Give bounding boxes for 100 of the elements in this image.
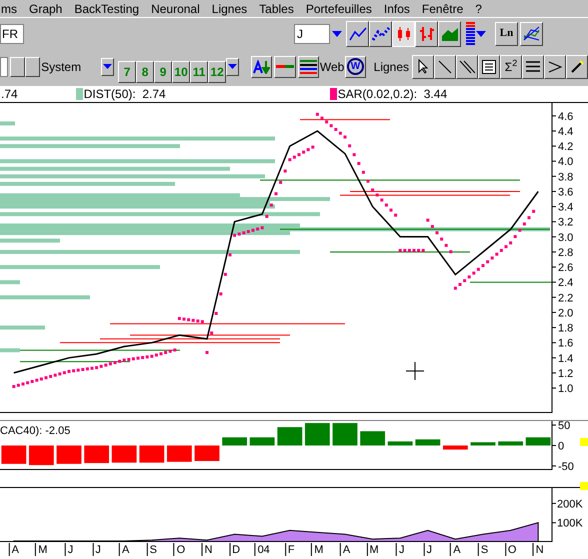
dropdown-button[interactable] xyxy=(101,58,114,76)
drawing-tool[interactable] xyxy=(478,54,500,78)
axis-label: 1.2 xyxy=(558,368,574,380)
sort-icon xyxy=(253,60,270,74)
drawing-tool[interactable] xyxy=(434,54,456,78)
indicator-legend: CAC40): -2.05 xyxy=(0,426,70,437)
legend-label: DIST(50): 2.74 xyxy=(84,88,166,100)
axis-label: 3.6 xyxy=(558,186,574,198)
dropdown-arrow-icon xyxy=(103,64,112,69)
oscillator-bar xyxy=(415,439,440,446)
chart-settings-button[interactable] xyxy=(520,22,543,46)
oscillator-bar xyxy=(166,446,192,462)
stacked-lines-icon xyxy=(300,60,317,74)
oscillator-bar xyxy=(442,446,468,450)
month-label: O xyxy=(174,543,186,556)
month-label: M xyxy=(311,543,324,556)
axis-label: 50 xyxy=(558,421,570,432)
line-icon xyxy=(276,64,294,68)
drawing-tool[interactable] xyxy=(522,54,544,78)
month-label: N xyxy=(202,543,212,556)
chart-type-button[interactable] xyxy=(415,20,438,46)
month-label: J xyxy=(92,543,101,556)
pencil-icon xyxy=(570,60,584,74)
toolbar-button[interactable] xyxy=(25,56,40,76)
log-scale-button[interactable]: Ln xyxy=(495,22,518,46)
axis-label: 0 xyxy=(558,440,564,452)
axis-label: 3.4 xyxy=(558,202,574,214)
axis-label: 4.0 xyxy=(558,156,574,168)
drawing-tool[interactable] xyxy=(566,54,588,78)
axis-label: 1.0 xyxy=(558,383,574,396)
menu-item[interactable]: Lignes xyxy=(212,2,248,14)
menu-item[interactable]: Portefeuilles xyxy=(306,2,372,14)
menu-item[interactable]: ms xyxy=(1,2,17,14)
menu-item[interactable]: Tables xyxy=(259,2,294,14)
drawing-tool[interactable] xyxy=(456,54,478,78)
oscillator-bar xyxy=(277,427,302,446)
menu-item[interactable]: Fenêtre xyxy=(422,2,464,14)
month-label: S xyxy=(146,543,157,556)
web-button[interactable]: W xyxy=(345,56,366,78)
menu-item[interactable]: Infos xyxy=(384,2,410,14)
oscillator-bar xyxy=(250,437,275,446)
sort-button[interactable] xyxy=(251,56,272,78)
month-label: S xyxy=(478,543,488,556)
equal-lines-icon xyxy=(526,61,540,72)
input-field[interactable] xyxy=(0,56,8,76)
axis-label: 2.2 xyxy=(558,292,574,304)
period-field[interactable]: J xyxy=(294,24,330,44)
dropdown-button[interactable] xyxy=(226,58,240,76)
axis-label: 3.2 xyxy=(558,216,574,229)
oscillator-bar xyxy=(28,446,54,466)
chart-type-button[interactable] xyxy=(369,20,392,46)
month-label: O xyxy=(504,543,516,556)
axis-label: 1.4 xyxy=(558,352,574,365)
multi-line-button[interactable] xyxy=(298,56,319,78)
menu-item[interactable]: BackTesting xyxy=(74,2,140,14)
axis-label: 2.0 xyxy=(558,307,574,320)
oscillator-bar xyxy=(332,423,358,446)
month-label: M xyxy=(366,543,379,556)
oscillator-bar xyxy=(498,441,524,446)
legend-label: SAR(0.02,0.2): 3.44 xyxy=(338,88,448,100)
dropdown-arrow-icon xyxy=(332,30,342,36)
oscillator-bar xyxy=(222,437,248,446)
marker-icon xyxy=(580,482,588,490)
chart-lines-icon xyxy=(523,26,540,41)
oscillator-bar xyxy=(304,423,330,446)
line-color-button[interactable] xyxy=(274,56,296,78)
dropdown-arrow-icon xyxy=(228,64,238,69)
oscillator-bar xyxy=(139,446,164,463)
line-chart-icon xyxy=(372,26,390,42)
menu-item[interactable]: Graph xyxy=(29,2,62,14)
axis-label: 4.2 xyxy=(558,141,574,154)
system-label: System xyxy=(41,58,82,76)
color-stripes-icon xyxy=(466,22,475,46)
chart-type-button[interactable] xyxy=(438,20,461,46)
axis-label: 1.6 xyxy=(558,338,574,350)
axis-label: 2.6 xyxy=(558,262,574,274)
bar-chart-icon xyxy=(418,26,436,42)
pointer-tool[interactable] xyxy=(412,54,434,78)
menu-item[interactable]: ? xyxy=(475,2,482,14)
document-icon xyxy=(482,60,496,74)
area-chart-icon xyxy=(440,26,458,42)
oscillator-bar xyxy=(194,446,220,462)
chart-type-button[interactable] xyxy=(346,20,369,46)
toolbar-button[interactable] xyxy=(10,56,26,76)
symbol-field[interactable]: FR xyxy=(0,24,24,44)
oscillator-bar xyxy=(388,441,413,446)
dropdown-arrow-icon xyxy=(476,30,486,36)
oscillator-bar xyxy=(470,442,496,446)
web-label: Web xyxy=(320,58,344,76)
month-label: A xyxy=(119,543,130,556)
month-label: A xyxy=(340,543,350,556)
sum-tool[interactable]: Σ$^{2}$ xyxy=(500,54,522,78)
oscillator-bar xyxy=(112,446,137,463)
cursor-icon xyxy=(418,59,428,74)
angle-icon xyxy=(548,60,562,72)
month-label: J xyxy=(424,543,432,556)
oscillator-bar xyxy=(1,446,26,464)
drawing-tool[interactable] xyxy=(544,54,566,78)
axis-label: 2.8 xyxy=(558,246,574,259)
menu-item[interactable]: Neuronal xyxy=(151,2,200,14)
